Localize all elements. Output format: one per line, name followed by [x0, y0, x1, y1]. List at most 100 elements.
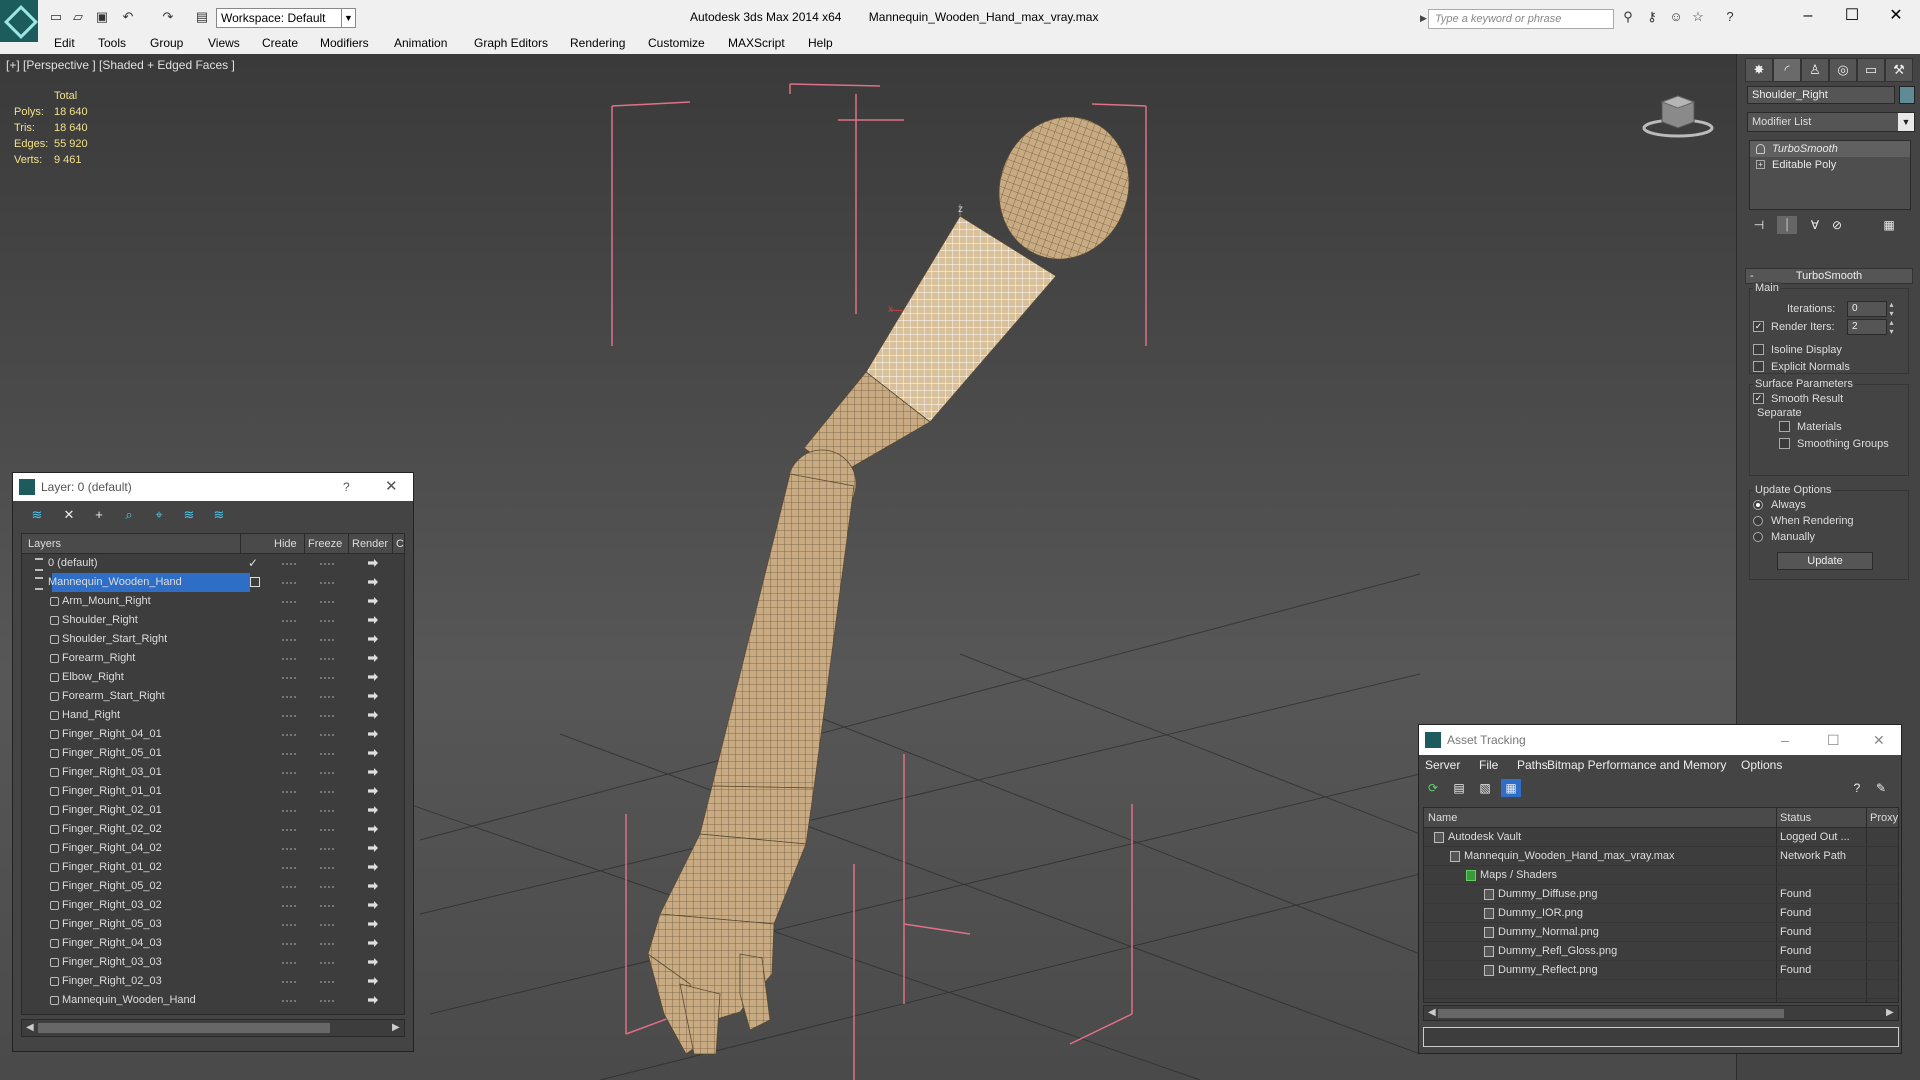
menu-views[interactable]: Views [208, 36, 240, 50]
layer-row[interactable]: Forearm_Right [22, 649, 404, 668]
table-view-icon[interactable]: ▦ [1501, 779, 1521, 797]
menu-modifiers[interactable]: Modifiers [320, 36, 369, 50]
render-teapot-icon[interactable] [368, 673, 378, 681]
render-teapot-icon[interactable] [368, 730, 378, 738]
asset-row[interactable]: Dummy_IOR.png Found [1424, 904, 1898, 923]
hide-toggle[interactable] [282, 943, 296, 945]
hide-toggle[interactable] [282, 886, 296, 888]
asset-dialog-titlebar[interactable]: Asset Tracking – ☐ ✕ [1419, 725, 1901, 755]
layer-row[interactable]: Finger_Right_01_01 [22, 782, 404, 801]
render-teapot-icon[interactable] [368, 882, 378, 890]
render-teapot-icon[interactable] [368, 597, 378, 605]
menu-options[interactable]: Options [1741, 755, 1782, 775]
horizontal-scrollbar[interactable]: ◀ ▶ [21, 1019, 405, 1037]
col-c[interactable]: C [396, 534, 404, 554]
add-to-layer-icon[interactable]: + [89, 506, 109, 524]
freeze-toggle[interactable] [320, 886, 334, 888]
hide-toggle[interactable] [282, 753, 296, 755]
layer-row[interactable]: Finger_Right_02_01 [22, 801, 404, 820]
star-icon[interactable]: ☆ [1690, 9, 1706, 25]
workspace-dropdown[interactable]: Workspace: Default ▼ [216, 8, 356, 28]
layer-row[interactable]: Finger_Right_04_01 [22, 725, 404, 744]
hide-toggle[interactable] [282, 791, 296, 793]
freeze-toggle[interactable] [320, 658, 334, 660]
horizontal-scrollbar[interactable]: ◀ ▶ [1423, 1005, 1899, 1021]
expand-icon[interactable]: + [1756, 160, 1765, 169]
render-teapot-icon[interactable] [368, 654, 378, 662]
hide-toggle[interactable] [282, 677, 296, 679]
manually-radio[interactable] [1753, 532, 1763, 542]
menu-paths[interactable]: Paths [1517, 755, 1548, 775]
scroll-thumb[interactable] [1438, 1009, 1784, 1018]
layer-row[interactable]: Finger_Right_05_02 [22, 877, 404, 896]
materials-checkbox[interactable] [1779, 421, 1790, 432]
menu-customize[interactable]: Customize [648, 36, 705, 50]
key-icon[interactable]: ⚷ [1644, 9, 1660, 25]
hide-toggle[interactable] [282, 1000, 296, 1002]
project-folder-icon[interactable]: ▤ [194, 9, 210, 25]
freeze-toggle[interactable] [320, 677, 334, 679]
settings-icon[interactable]: ✎ [1871, 779, 1891, 797]
hide-toggle[interactable] [282, 582, 296, 584]
render-teapot-icon[interactable] [368, 578, 378, 586]
layer-row[interactable]: Finger_Right_04_03 [22, 934, 404, 953]
hide-toggle[interactable] [282, 563, 296, 565]
render-teapot-icon[interactable] [368, 958, 378, 966]
menu-edit[interactable]: Edit [54, 36, 75, 50]
col-freeze[interactable]: Freeze [308, 534, 342, 554]
render-teapot-icon[interactable] [368, 939, 378, 947]
minimize-icon[interactable]: – [1781, 725, 1789, 755]
close-icon[interactable]: ✕ [385, 473, 398, 501]
hide-toggle[interactable] [282, 620, 296, 622]
always-radio[interactable] [1753, 500, 1763, 510]
help-icon[interactable]: ? [343, 473, 350, 501]
close-icon[interactable]: ✕ [1873, 725, 1885, 755]
asset-row[interactable]: Autodesk Vault Logged Out ... [1424, 828, 1898, 847]
hide-all-icon[interactable]: ≋ [179, 506, 199, 524]
layer-row[interactable]: Arm_Mount_Right [22, 592, 404, 611]
menu-server[interactable]: Server [1425, 755, 1460, 775]
menu-help[interactable]: Help [808, 36, 833, 50]
stack-item-editable-poly[interactable]: + Editable Poly [1750, 157, 1910, 173]
render-teapot-icon[interactable] [368, 768, 378, 776]
hide-toggle[interactable] [282, 848, 296, 850]
modifier-list-dropdown[interactable]: Modifier List ▼ [1747, 112, 1915, 132]
layer-row[interactable]: Finger_Right_01_02 [22, 858, 404, 877]
freeze-toggle[interactable] [320, 924, 334, 926]
freeze-toggle[interactable] [320, 772, 334, 774]
object-name-field[interactable]: Shoulder_Right [1747, 86, 1895, 104]
lightbulb-icon[interactable] [1756, 144, 1765, 154]
layer-row[interactable]: Shoulder_Start_Right [22, 630, 404, 649]
open-file-icon[interactable]: ▱ [70, 9, 86, 25]
asset-row[interactable]: Mannequin_Wooden_Hand_max_vray.max Networ… [1424, 847, 1898, 866]
refresh-icon[interactable]: ⟳ [1423, 779, 1443, 797]
col-status[interactable]: Status [1780, 808, 1811, 828]
minimize-icon[interactable]: – [1788, 5, 1828, 27]
freeze-toggle[interactable] [320, 981, 334, 983]
freeze-toggle[interactable] [320, 1000, 334, 1002]
hide-toggle[interactable] [282, 658, 296, 660]
freeze-toggle[interactable] [320, 810, 334, 812]
freeze-toggle[interactable] [320, 905, 334, 907]
freeze-toggle[interactable] [320, 962, 334, 964]
smooth-result-checkbox[interactable]: ✓ [1753, 393, 1764, 404]
stack-item-turbosmooth[interactable]: TurboSmooth [1750, 141, 1910, 157]
render-teapot-icon[interactable] [368, 787, 378, 795]
hide-toggle[interactable] [282, 601, 296, 603]
search-expand-icon[interactable]: ▶ [1420, 13, 1427, 24]
render-teapot-icon[interactable] [368, 806, 378, 814]
asset-row[interactable]: Dummy_Normal.png Found [1424, 923, 1898, 942]
maximize-icon[interactable]: ☐ [1832, 5, 1872, 27]
menu-bitmap-performance[interactable]: Bitmap Performance and Memory [1547, 755, 1726, 775]
hide-toggle[interactable] [282, 924, 296, 926]
render-iters-spinner[interactable]: 2 [1847, 318, 1898, 336]
object-color-swatch[interactable] [1899, 86, 1915, 104]
render-teapot-icon[interactable] [368, 844, 378, 852]
render-teapot-icon[interactable] [368, 920, 378, 928]
scroll-right-icon[interactable]: ▶ [1886, 1006, 1894, 1020]
binoculars-icon[interactable]: ⚲ [1620, 9, 1636, 25]
hide-toggle[interactable] [282, 905, 296, 907]
freeze-toggle[interactable] [320, 582, 334, 584]
freeze-toggle[interactable] [320, 753, 334, 755]
asset-row[interactable]: Dummy_Refl_Gloss.png Found [1424, 942, 1898, 961]
